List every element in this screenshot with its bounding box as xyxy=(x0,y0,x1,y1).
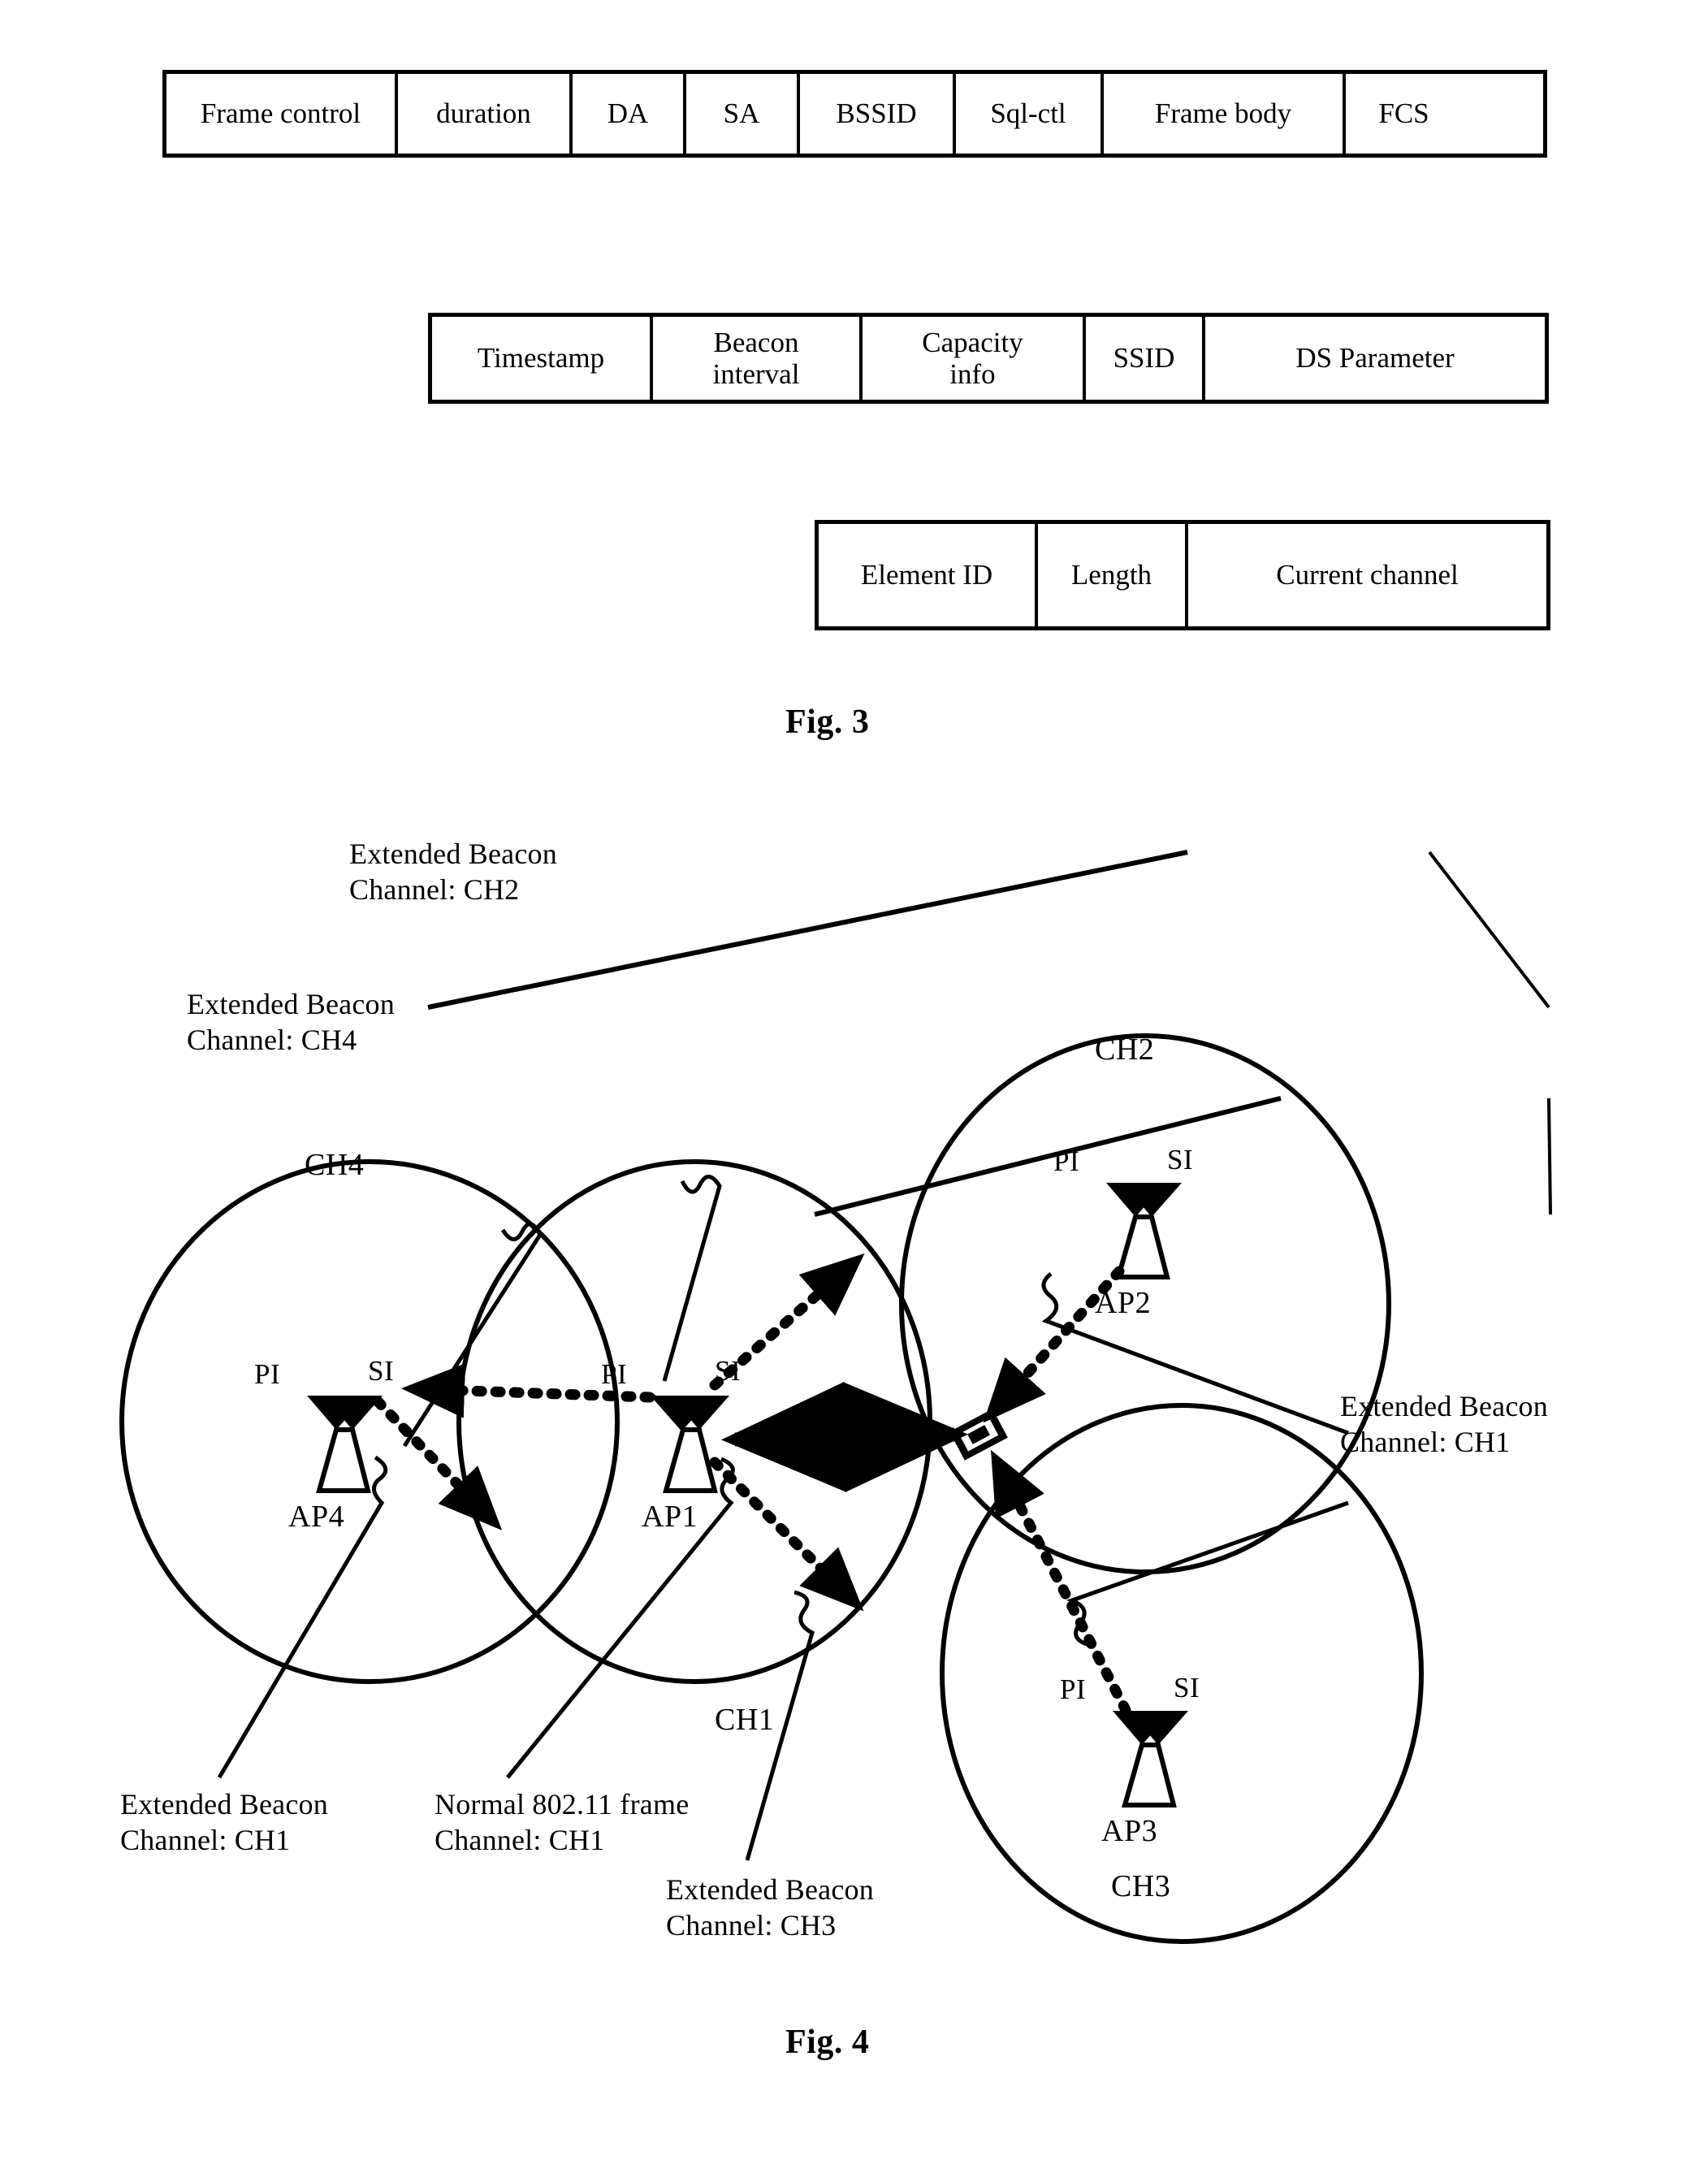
leader-eb-ch1-right-2 xyxy=(1066,1500,1349,1647)
annotation-eb-ch3: Extended Beacon Channel: CH3 xyxy=(666,1873,874,1942)
coverage-label-ch2: CH2 xyxy=(1095,1033,1155,1067)
normal-frame-arrow xyxy=(721,1381,968,1493)
ap3-si-label: SI xyxy=(1174,1672,1200,1704)
coverage-label-ch3: CH3 xyxy=(1111,1869,1171,1903)
ap1-label: AP1 xyxy=(642,1500,698,1534)
frame-cell-frame-control: Frame control xyxy=(166,74,398,154)
figure-3-caption: Fig. 3 xyxy=(785,704,870,741)
figure-3: Frame control duration DA SA BSSID Sql-c… xyxy=(0,0,1708,1217)
frame-cell-duration: duration xyxy=(398,74,573,154)
annotation-eb-ch1-left: Extended Beacon Channel: CH1 xyxy=(120,1788,328,1856)
figure-4-caption: Fig. 4 xyxy=(785,2024,870,2061)
beacon-cell-ssid: SSID xyxy=(1086,317,1205,400)
ap3-label: AP3 xyxy=(1101,1814,1158,1848)
ds-cell-length: Length xyxy=(1038,524,1188,626)
beacon-cell-beacon-interval: Beacon interval xyxy=(653,317,863,400)
coverage-circle-ch4 xyxy=(119,1159,620,1684)
antenna-ap1 xyxy=(651,1394,729,1493)
frame-cell-sa: SA xyxy=(686,74,800,154)
ap2-pi-label: PI xyxy=(1053,1145,1080,1177)
frame-cell-sql-ctl: Sql-ctl xyxy=(956,74,1104,154)
frame-cell-frame-body: Frame body xyxy=(1104,74,1346,154)
annotation-eb-ch4: Extended Beacon Channel: CH4 xyxy=(187,988,395,1056)
coverage-label-ch1: CH1 xyxy=(715,1703,775,1737)
ap4-label: AP4 xyxy=(288,1500,345,1534)
ap2-label: AP2 xyxy=(1095,1286,1152,1320)
frame-cell-fcs: FCS xyxy=(1378,97,1429,130)
beacon-arrow-ap4-southeast xyxy=(372,1396,503,1530)
antenna-ap4 xyxy=(307,1396,383,1493)
beacon-body-row: Timestamp Beacon interval Capacity info … xyxy=(428,313,1549,404)
annotation-eb-ch1-right: Extended Beacon Channel: CH1 xyxy=(1340,1390,1548,1458)
annotation-eb-ch2: Extended Beacon Channel: CH2 xyxy=(349,838,557,906)
ap1-si-label: SI xyxy=(715,1355,742,1387)
ds-parameter-row: Element ID Length Current channel xyxy=(815,520,1550,630)
figure-4: CH4 CH1 CH2 CH3 PI SI AP1 PI SI AP2 PI S… xyxy=(0,838,1708,2031)
coverage-label-ch4: CH4 xyxy=(305,1148,365,1182)
antenna-ap2 xyxy=(1106,1183,1182,1279)
frame-cell-bssid: BSSID xyxy=(800,74,956,154)
ap1-pi-label: PI xyxy=(601,1358,628,1390)
leader-eb-ch2 xyxy=(662,1175,722,1382)
mac-frame-row: Frame control duration DA SA BSSID Sql-c… xyxy=(162,70,1547,158)
mobile-station-icon xyxy=(949,1409,1008,1461)
beacon-arrow-ap1-southeast xyxy=(709,1457,864,1612)
frame-cell-da: DA xyxy=(573,74,686,154)
ds-cell-current-channel: Current channel xyxy=(1276,559,1459,591)
antenna-ap3 xyxy=(1113,1711,1188,1808)
ap3-pi-label: PI xyxy=(1060,1673,1087,1705)
ap2-si-label: SI xyxy=(1167,1144,1194,1175)
beacon-cell-timestamp: Timestamp xyxy=(432,317,653,400)
beacon-cell-ds-parameter: DS Parameter xyxy=(1295,342,1455,374)
beacon-cell-capacity-info: Capacity info xyxy=(863,317,1086,400)
annotation-normal-frame: Normal 802.11 frame Channel: CH1 xyxy=(435,1788,690,1856)
ap4-si-label: SI xyxy=(368,1355,395,1387)
ap4-pi-label: PI xyxy=(254,1358,281,1390)
ds-cell-element-id: Element ID xyxy=(819,524,1038,626)
figure-sheet: Frame control duration DA SA BSSID Sql-c… xyxy=(0,0,1708,2169)
